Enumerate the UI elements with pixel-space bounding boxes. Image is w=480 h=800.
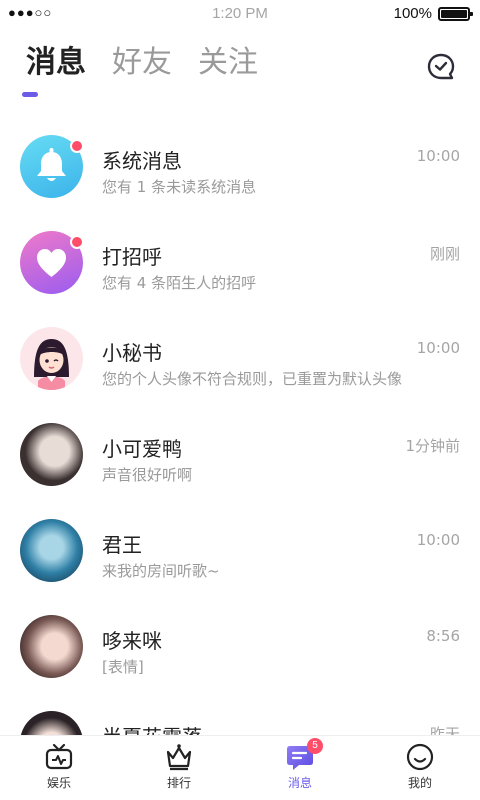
active-tab-indicator — [22, 92, 38, 97]
conversation-preview: 声音很好听啊 — [102, 466, 193, 484]
unread-badge: 5 — [307, 738, 323, 754]
nav-item-ranking[interactable]: 排行 — [149, 742, 209, 791]
conversation-row-system[interactable]: 系统消息 您有 1 条未读系统消息 10:00 — [0, 106, 480, 202]
conversation-name: 小可爱鸭 — [102, 437, 182, 461]
unread-dot — [70, 235, 84, 249]
chat-bubble-check-icon[interactable] — [426, 52, 456, 82]
chat-icon: 5 — [285, 738, 323, 772]
user-avatar — [20, 423, 83, 486]
conversation-list: 系统消息 您有 1 条未读系统消息 10:00 打招呼 您有 4 条陌生人的招呼… — [0, 106, 480, 778]
bottom-nav: 娱乐 排行 5 消息 我的 — [0, 735, 480, 800]
conversation-preview: 您有 1 条未读系统消息 — [102, 178, 257, 196]
conversation-row-greetings[interactable]: 打招呼 您有 4 条陌生人的招呼 刚刚 — [0, 202, 480, 298]
assistant-avatar — [20, 327, 83, 390]
user-avatar — [20, 519, 83, 582]
conversation-time: 10:00 — [416, 147, 460, 165]
conversation-time: 刚刚 — [429, 245, 460, 263]
tab-messages[interactable]: 消息 — [26, 48, 86, 78]
conversation-row-user[interactable]: 哆来咪 [表情] 8:56 — [0, 586, 480, 682]
conversation-row-assistant[interactable]: 小秘书 您的个人头像不符合规则，已重置为默认头像 10:00 — [0, 298, 480, 394]
conversation-preview: 您有 4 条陌生人的招呼 — [102, 274, 257, 292]
nav-item-messages[interactable]: 5 消息 — [270, 738, 330, 791]
nav-label: 排行 — [166, 776, 191, 790]
nav-item-entertainment[interactable]: 娱乐 — [29, 742, 89, 791]
nav-item-profile[interactable]: 我的 — [390, 742, 450, 791]
tab-following[interactable]: 关注 — [198, 48, 258, 78]
user-avatar — [20, 615, 83, 678]
tab-friends[interactable]: 好友 — [112, 48, 172, 78]
conversation-time: 10:00 — [416, 339, 460, 357]
conversation-name: 哆来咪 — [102, 629, 162, 653]
battery-percent: 100% — [393, 5, 432, 22]
conversation-preview: 来我的房间听歌~ — [102, 562, 220, 580]
unread-dot — [70, 139, 84, 153]
conversation-row-user[interactable]: 君王 来我的房间听歌~ 10:00 — [0, 490, 480, 586]
conversation-row-user[interactable]: 小可爱鸭 声音很好听啊 1分钟前 — [0, 394, 480, 490]
conversation-preview: 您的个人头像不符合规则，已重置为默认头像 — [102, 370, 403, 388]
smile-icon — [406, 743, 434, 771]
conversation-time: 1分钟前 — [405, 437, 460, 455]
conversation-name: 打招呼 — [102, 245, 162, 269]
conversation-name: 系统消息 — [102, 149, 182, 173]
conversation-name: 君王 — [102, 533, 142, 557]
conversation-time: 10:00 — [416, 531, 460, 549]
nav-label: 我的 — [407, 776, 432, 790]
battery-icon — [438, 6, 473, 21]
assistant-girl-icon — [34, 339, 69, 390]
status-bar: ●●●○○ 1:20 PM 100% — [0, 0, 480, 28]
conversation-name: 小秘书 — [102, 341, 162, 365]
header-tabs: 消息 好友 关注 — [26, 48, 258, 78]
tv-icon — [45, 743, 73, 770]
conversation-preview: [表情] — [102, 658, 144, 676]
nav-label: 娱乐 — [46, 776, 71, 790]
conversation-time: 8:56 — [426, 627, 460, 645]
nav-label: 消息 — [287, 776, 312, 790]
battery-status: 100% — [393, 5, 473, 22]
crown-icon — [166, 744, 192, 771]
